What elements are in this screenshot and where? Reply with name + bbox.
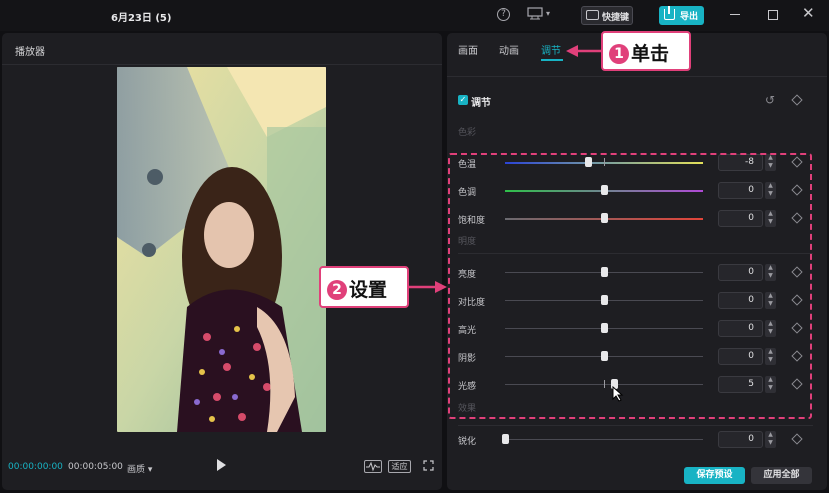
mouse-cursor-icon	[612, 386, 624, 402]
callout-text: 设置	[349, 279, 388, 301]
callout-text: 单击	[631, 43, 670, 65]
arrow-head	[435, 281, 447, 293]
arrow-head	[566, 45, 578, 57]
callout-number: 2	[327, 280, 347, 300]
callout-number: 1	[609, 44, 629, 64]
callout-click: 1 单击	[601, 31, 691, 71]
annotation-arrows	[409, 45, 601, 293]
callout-set: 2 设置	[319, 266, 409, 308]
